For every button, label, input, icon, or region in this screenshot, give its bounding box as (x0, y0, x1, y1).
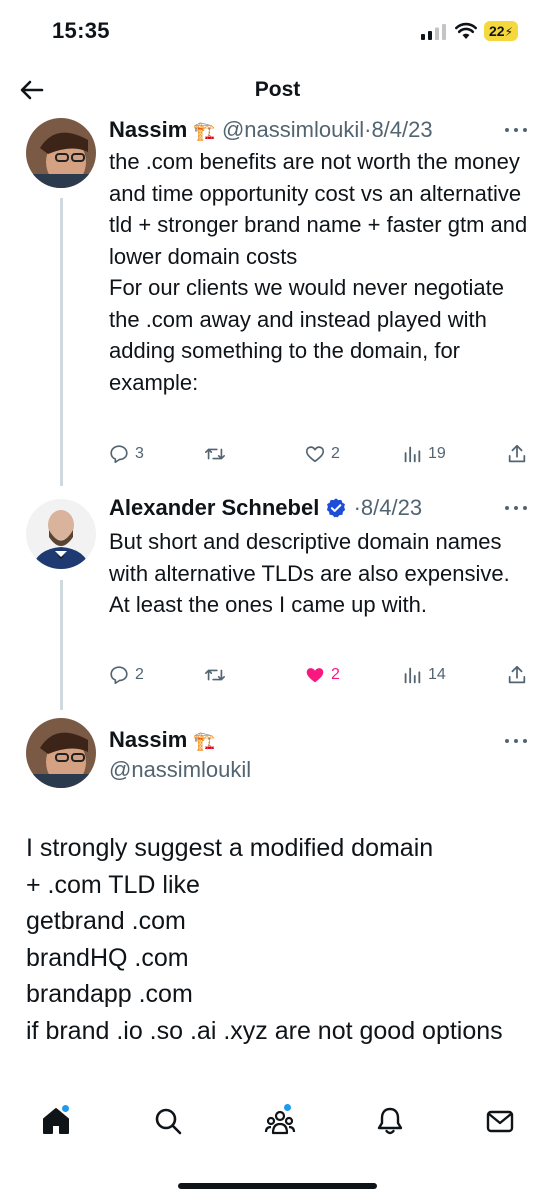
communities-icon[interactable] (263, 1104, 297, 1138)
main-tweet[interactable]: Nassim 🏗️ @nassimloukil (0, 716, 555, 816)
tweet-text: the .com benefits are not worth the mone… (109, 149, 528, 395)
more-options-icon[interactable] (505, 126, 531, 134)
notifications-icon[interactable] (373, 1104, 407, 1138)
avatar[interactable] (26, 499, 96, 569)
more-options-icon[interactable] (505, 737, 531, 745)
verified-badge-icon (327, 498, 346, 518)
wifi-icon (455, 22, 477, 39)
reply-count: 3 (135, 445, 144, 462)
messages-icon[interactable] (483, 1104, 517, 1138)
cellular-signal-icon (421, 24, 446, 40)
tweet-actions: 3 2 19 (108, 441, 528, 467)
analytics-icon (404, 446, 421, 463)
avatar-image (26, 718, 96, 788)
main-tweet-text: I strongly suggest a modified domain + .… (26, 834, 503, 1045)
charging-bolt-icon: ⚡ (504, 25, 513, 39)
views-count: 19 (428, 445, 446, 462)
reply-button[interactable]: 2 (108, 662, 144, 688)
author-name[interactable]: Nassim (109, 727, 187, 752)
reply-icon (110, 445, 128, 464)
home-icon[interactable] (39, 1104, 73, 1138)
tweet[interactable]: Alexander Schnebel ·8/4/23 But short and… (0, 494, 555, 699)
share-icon (508, 665, 526, 684)
analytics-icon (404, 667, 421, 684)
header: Post (0, 66, 555, 114)
avatar-image (26, 499, 96, 569)
tweet-actions: 2 2 14 (108, 662, 528, 688)
like-button[interactable]: 2 (304, 662, 340, 688)
tweet-header: Nassim 🏗️ (109, 726, 216, 755)
like-count: 2 (331, 666, 340, 683)
retweet-icon (205, 448, 225, 460)
construction-emoji-icon: 🏗️ (193, 121, 216, 141)
reply-button[interactable]: 3 (108, 441, 144, 467)
tweet-header: Nassim 🏗️ @nassimloukil·8/4/23 (109, 116, 433, 145)
battery-indicator: 22⚡ (484, 21, 518, 41)
author-handle[interactable]: @nassimloukil (222, 117, 364, 142)
share-button[interactable] (506, 662, 528, 688)
status-bar: 15:35 22⚡ (0, 0, 555, 62)
retweet-button[interactable] (204, 441, 231, 467)
author-name[interactable]: Nassim (109, 117, 187, 142)
tweet-date: 8/4/23 (360, 495, 423, 520)
like-button[interactable]: 2 (304, 441, 340, 467)
status-time: 15:35 (52, 18, 110, 43)
retweet-button[interactable] (204, 662, 231, 688)
reply-count: 2 (135, 666, 144, 683)
share-icon (508, 444, 526, 463)
share-button[interactable] (506, 441, 528, 467)
author-name[interactable]: Alexander Schnebel (109, 495, 319, 520)
home-indicator (178, 1183, 377, 1189)
search-icon[interactable] (151, 1104, 185, 1138)
tweet-date: 8/4/23 (371, 117, 433, 142)
views-count: 14 (428, 666, 446, 683)
tweet-header: Alexander Schnebel ·8/4/23 (109, 494, 422, 522)
heart-filled-icon (306, 668, 324, 683)
avatar[interactable] (26, 718, 96, 788)
retweet-icon (205, 669, 225, 681)
reply-icon (110, 666, 128, 685)
notification-dot (62, 1105, 69, 1112)
more-options-icon[interactable] (505, 504, 531, 512)
avatar-image (26, 118, 96, 188)
page-title: Post (254, 78, 301, 101)
tweet[interactable]: Nassim 🏗️ @nassimloukil·8/4/23 the .com … (0, 116, 555, 476)
author-handle[interactable]: @nassimloukil (109, 756, 251, 784)
separator-dot: · (353, 495, 361, 520)
notification-dot (284, 1104, 291, 1111)
views-button[interactable]: 14 (401, 662, 446, 688)
heart-icon (305, 446, 325, 463)
tweet-text: But short and descriptive domain names w… (109, 529, 510, 617)
avatar[interactable] (26, 118, 96, 188)
like-count: 2 (331, 445, 340, 462)
battery-level: 22 (488, 23, 505, 39)
views-button[interactable]: 19 (401, 441, 446, 467)
construction-emoji-icon: 🏗️ (193, 731, 216, 751)
